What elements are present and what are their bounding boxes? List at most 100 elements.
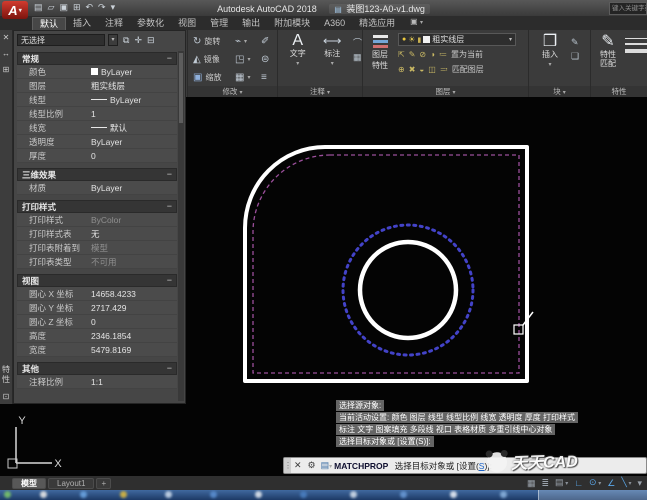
infer-constraints-icon[interactable]: ▤ ▾ [555, 476, 568, 490]
ribbon-tab-9[interactable]: A360 [317, 17, 352, 30]
insert-block-button[interactable]: ❒ 插入▾ [534, 33, 566, 69]
windows-taskbar[interactable] [0, 490, 647, 500]
property-row[interactable]: 线型比例1 [17, 107, 177, 121]
explode-button[interactable]: ⊜ [261, 54, 277, 65]
property-row[interactable]: 高度2346.1854 [17, 329, 177, 343]
property-row[interactable]: 线型ByLayer [17, 93, 177, 107]
property-row[interactable]: 圆心 Z 坐标0 [17, 315, 177, 329]
new-file-icon[interactable]: ▤ [34, 2, 43, 13]
ribbon-tab-8[interactable]: 附加模块 [267, 17, 317, 30]
section-collapse-icon[interactable]: − [167, 202, 172, 211]
new-layout-button[interactable]: + [96, 478, 111, 489]
layer-properties-button[interactable]: 图层 特性 [367, 33, 393, 76]
isodraft-icon[interactable]: ⊙ ▾ [589, 476, 601, 490]
property-row[interactable]: 颜色ByLayer [17, 65, 177, 79]
grid-icon[interactable]: ▦ [527, 477, 536, 489]
customization-icon[interactable]: ▾ [637, 477, 642, 489]
fillet-button[interactable]: ◳▾ [235, 54, 261, 65]
command-customize-icon[interactable]: ⚙ [308, 460, 316, 471]
layer-tool-icon-1-2[interactable]: ◒ [419, 65, 424, 74]
mirror-button[interactable]: ◭镜像 [193, 54, 235, 65]
layout-tab-模型[interactable]: 模型 [12, 478, 46, 489]
property-row[interactable]: 透明度ByLayer [17, 135, 177, 149]
modify-panel-label[interactable]: 修改 ▾ [188, 86, 277, 97]
ribbon-tab-10[interactable]: 精选应用 [352, 17, 402, 30]
section-collapse-icon[interactable]: − [167, 276, 172, 285]
layer-tool-icon-1-1[interactable]: ✖ [409, 65, 416, 74]
ribbon-tab-5[interactable]: 视图 [171, 17, 203, 30]
quick-select-icon[interactable]: ⊟ [147, 35, 155, 46]
block-edit-icon[interactable]: ✎ [571, 37, 579, 48]
redo-icon[interactable]: ↷ [98, 2, 106, 13]
select-objects-icon[interactable]: ✛ [134, 35, 142, 46]
property-row[interactable]: 打印表附着到模型 [17, 241, 177, 255]
layer-tool-icon-0-4[interactable]: ≔ [439, 50, 447, 59]
selection-dropdown[interactable]: 无选择 [17, 34, 105, 46]
command-bar-grip[interactable]: ⋮ [284, 458, 291, 473]
property-row[interactable]: 打印表类型不可用 [17, 255, 177, 269]
layout-tab-layout1[interactable]: Layout1 [48, 478, 94, 489]
properties-panel-label[interactable]: 特性 [591, 86, 647, 97]
match-layer-button[interactable]: 匹配图层 [452, 64, 484, 75]
palette-dock-icon[interactable]: ↔ [2, 49, 10, 58]
selection-dropdown-caret-icon[interactable]: ▾ [108, 34, 118, 46]
table-icon[interactable]: ▦ [353, 52, 362, 63]
array-button[interactable]: ▦▾ [235, 72, 261, 83]
ribbon-tab-4[interactable]: 参数化 [130, 17, 171, 30]
layer-tool-icon-1-0[interactable]: ⊕ [398, 65, 405, 74]
undo-icon[interactable]: ↶ [86, 2, 94, 13]
property-row[interactable]: 图层粗实线层 [17, 79, 177, 93]
open-file-icon[interactable]: ▱ [48, 2, 55, 13]
layer-tool-icon-0-3[interactable]: ◑ [430, 50, 435, 59]
palette-scrollbar[interactable] [178, 51, 184, 401]
layer-tool-icon-1-3[interactable]: ◫ [428, 65, 436, 74]
ribbon-tab-1[interactable]: 默认 [32, 17, 66, 30]
layer-tool-icon-0-0[interactable]: ⇱ [398, 50, 405, 59]
trim-button[interactable]: ⌁▾ [235, 36, 261, 47]
polar-tracking-icon[interactable]: ╲ ▾ [621, 476, 631, 490]
leader-icon[interactable]: ⌒ [353, 36, 362, 49]
system-tray[interactable] [538, 490, 647, 500]
scale-button[interactable]: ▣缩放 [193, 72, 235, 83]
section-header[interactable]: 其他− [17, 362, 177, 375]
plot-icon[interactable]: ⊞ [73, 2, 81, 13]
layer-tool-icon-0-1[interactable]: ✎ [409, 50, 416, 59]
annotate-panel-label[interactable]: 注释 ▾ [278, 86, 362, 97]
section-collapse-icon[interactable]: − [167, 54, 172, 63]
property-row[interactable]: 圆心 X 坐标14658.4233 [17, 287, 177, 301]
set-current-layer-button[interactable]: 置为当前 [451, 49, 483, 60]
property-row[interactable]: 材质ByLayer [17, 181, 177, 195]
ortho-icon[interactable]: ∟ [574, 477, 583, 489]
property-row[interactable]: 宽度5479.8169 [17, 343, 177, 357]
search-input[interactable]: 键入关键字或短语 [609, 2, 647, 15]
ribbon-tab-3[interactable]: 注释 [98, 17, 130, 30]
command-input[interactable]: MATCHPROP 选择目标对象或 [设置(S)]: [334, 460, 492, 472]
property-row[interactable]: 打印样式表无 [17, 227, 177, 241]
command-bar[interactable]: ⋮ ✕ ⚙ ▤▾ MATCHPROP 选择目标对象或 [设置(S)]: [283, 457, 647, 474]
qat-dropdown-icon[interactable]: ▾ [111, 2, 116, 13]
layers-panel-label[interactable]: 图层 ▾ [363, 86, 528, 97]
section-header[interactable]: 打印样式− [17, 200, 177, 213]
property-row[interactable]: 圆心 Y 坐标2717.429 [17, 301, 177, 315]
section-collapse-icon[interactable]: − [167, 170, 172, 179]
text-button[interactable]: A 文字▾ [284, 32, 311, 68]
layer-tool-icon-0-2[interactable]: ⊘ [419, 50, 426, 59]
section-header[interactable]: 常规− [17, 52, 177, 65]
ribbon-tab-6[interactable]: 管理 [203, 17, 235, 30]
document-tab[interactable]: ▤ 装图123-A0-v1.dwg [329, 4, 430, 14]
block-create-icon[interactable]: ❏ [571, 51, 579, 62]
erase-button[interactable]: ✐ [261, 36, 277, 47]
palette-menu-icon[interactable]: ⊞ [3, 65, 10, 74]
layer-dropdown[interactable]: ● ☀ ▮ 粗实线层 ▾ [398, 33, 516, 46]
save-icon[interactable]: ▣ [59, 2, 68, 13]
property-row[interactable]: 线宽默认 [17, 121, 177, 135]
rotate-button[interactable]: ↻旋转 [193, 36, 235, 47]
section-header[interactable]: 视图− [17, 274, 177, 287]
property-row[interactable]: 注释比例1:1 [17, 375, 177, 389]
offset-button[interactable]: ≡ [261, 72, 277, 83]
snap-mode-icon[interactable]: ≣ [541, 477, 549, 489]
command-close-icon[interactable]: ✕ [294, 460, 302, 471]
match-properties-button[interactable]: ✎ 特性 匹配 [596, 33, 620, 68]
property-row[interactable]: 打印样式ByColor [17, 213, 177, 227]
ribbon-tab-2[interactable]: 插入 [66, 17, 98, 30]
